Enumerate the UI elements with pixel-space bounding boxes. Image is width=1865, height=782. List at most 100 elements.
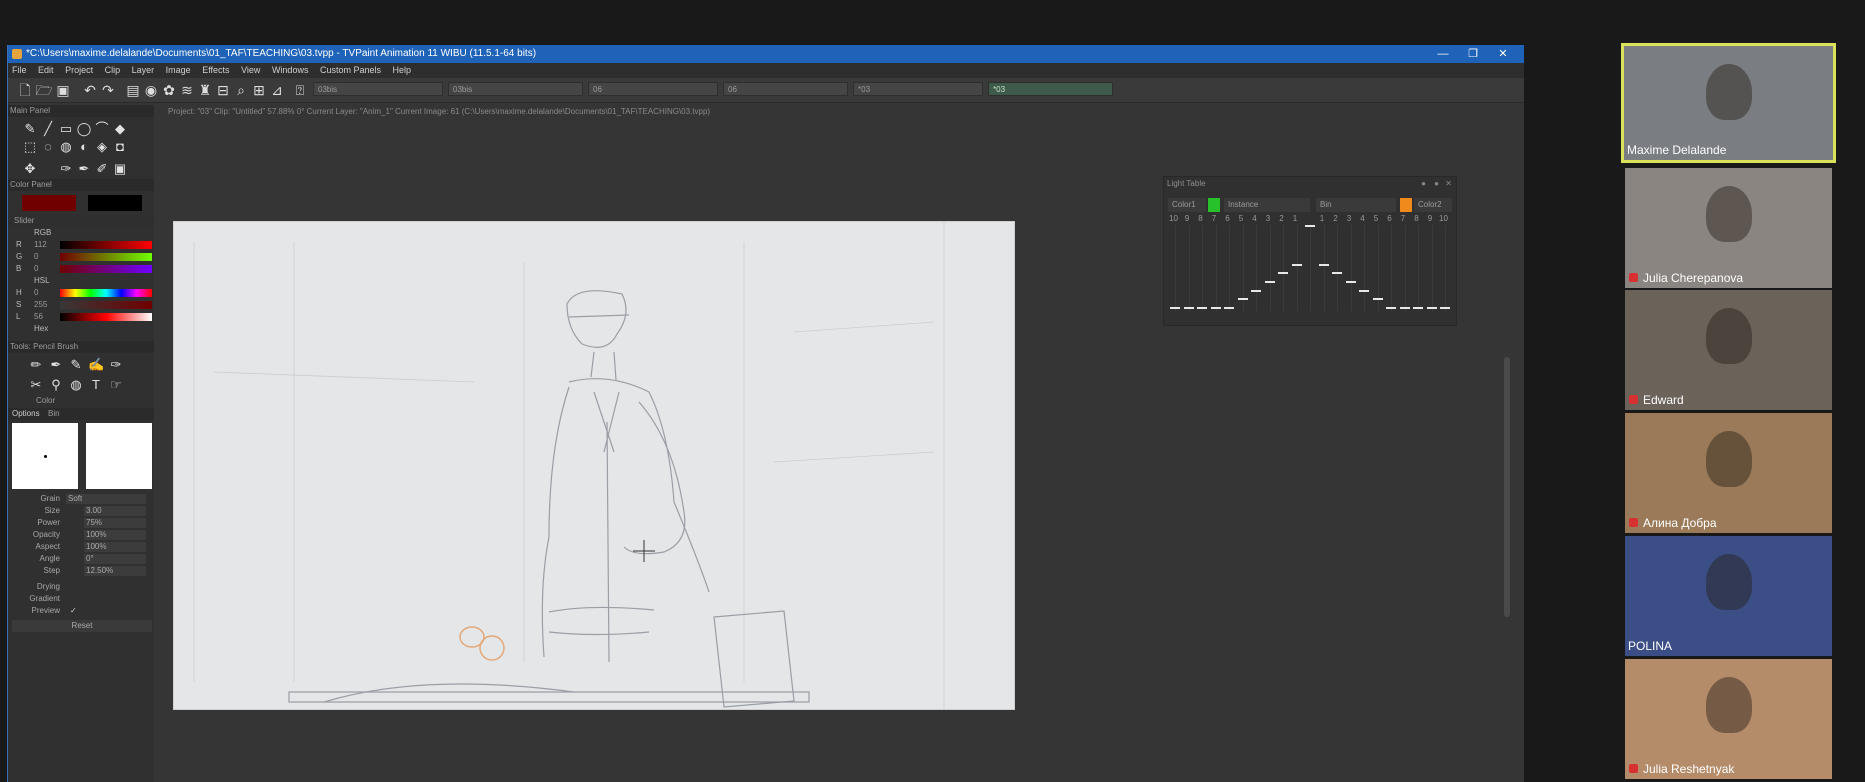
ellipse-tool-icon[interactable]: ◯ (76, 121, 92, 137)
participant-tile[interactable]: POLINA (1625, 536, 1832, 656)
panel-close-icon[interactable]: ✕ (1445, 179, 1452, 188)
opacity-fader[interactable] (1170, 306, 1180, 309)
brush-tool-icon[interactable]: ✑ (58, 161, 74, 177)
pencil-brush-icon[interactable]: ✏ (28, 357, 44, 373)
opacity-fader[interactable] (1399, 306, 1410, 309)
participant-tile[interactable]: Maxime Delalande (1621, 43, 1836, 163)
project-tab-6-active[interactable]: *03 (988, 82, 1113, 96)
project-tab-3[interactable]: 06 (588, 82, 718, 96)
warp-tool-icon[interactable]: ◈ (94, 139, 110, 155)
smudge-tool-icon[interactable]: ✐ (94, 161, 110, 177)
panel-tool-icon[interactable]: ▣ (112, 161, 128, 177)
opacity-fader[interactable] (1332, 272, 1342, 275)
water-icon[interactable]: ◍ (68, 377, 84, 393)
light-table-icon[interactable]: ♜ (196, 81, 214, 99)
color2-swatch[interactable] (1400, 198, 1412, 212)
menu-project[interactable]: Project (65, 65, 93, 75)
line-tool-icon[interactable]: ╱ (40, 121, 56, 137)
move-tool-icon[interactable]: ✥ (22, 161, 38, 177)
power-row[interactable]: Power 75% (12, 517, 152, 529)
step-row[interactable]: Step 12.50% (12, 565, 152, 577)
stamp-tool-icon[interactable]: ◘ (112, 139, 128, 155)
opacity-fader[interactable] (1359, 289, 1369, 292)
opacity-fader[interactable] (1224, 306, 1234, 309)
grid-icon[interactable]: ⊞ (250, 81, 268, 99)
opacity-fader[interactable] (1318, 263, 1329, 266)
grain-row[interactable]: Grain Soft (12, 493, 152, 505)
instance-dropdown[interactable]: Instance (1224, 198, 1310, 212)
color1-button[interactable]: Color1 (1168, 198, 1206, 212)
slider-row-r[interactable]: R 112 (12, 239, 152, 251)
menu-effects[interactable]: Effects (202, 65, 229, 75)
participant-tile[interactable]: Julia Cherepanova (1625, 168, 1832, 288)
lasso-tool-icon[interactable]: ◌ (40, 139, 56, 155)
help-icon[interactable]: ⍰ (291, 81, 309, 99)
airbrush-tool-icon[interactable]: ✒ (76, 161, 92, 177)
angle-row[interactable]: Angle 0° (12, 553, 152, 565)
slider-row-l[interactable]: L 56 (12, 311, 152, 323)
options-tab[interactable]: Options (12, 408, 40, 419)
opacity-fader[interactable] (1413, 306, 1423, 309)
opacity-fader[interactable] (1197, 306, 1207, 309)
size-row[interactable]: Size 3.00 (12, 505, 152, 517)
opacity-fader[interactable] (1210, 306, 1221, 309)
menu-clip[interactable]: Clip (105, 65, 121, 75)
participant-tile[interactable]: Julia Reshetnyak (1625, 659, 1832, 779)
new-file-icon[interactable]: 🗋 (16, 81, 34, 99)
redo-icon[interactable]: ↷ (99, 81, 117, 99)
undo-icon[interactable]: ↶ (81, 81, 99, 99)
curve-tool-icon[interactable]: ⌒ (94, 121, 110, 137)
menu-layer[interactable]: Layer (132, 65, 155, 75)
preview-row[interactable]: Preview ✓ (12, 605, 152, 617)
menu-image[interactable]: Image (166, 65, 191, 75)
opacity-fader[interactable] (1426, 306, 1437, 309)
zoom-icon[interactable]: ⌕ (232, 81, 250, 99)
slider-row-h[interactable]: H0 (12, 287, 152, 299)
marker-brush-icon[interactable]: ✎ (68, 357, 84, 373)
secondary-color-swatch[interactable] (88, 195, 142, 211)
select-tool-icon[interactable]: ⬚ (22, 139, 38, 155)
maximize-button[interactable]: ❐ (1459, 45, 1487, 63)
gradient-row[interactable]: Gradient (12, 593, 152, 605)
ruler-icon[interactable]: ⊟ (214, 81, 232, 99)
project-tab-4[interactable]: 06 (723, 82, 848, 96)
opacity-fader[interactable] (1372, 298, 1383, 301)
minimize-button[interactable]: — (1429, 45, 1457, 63)
aspect-row[interactable]: Aspect 100% (12, 541, 152, 553)
text-tool-icon[interactable]: T (88, 377, 104, 393)
rectangle-tool-icon[interactable]: ▭ (58, 121, 74, 137)
dropper-icon[interactable]: ⚲ (48, 377, 64, 393)
smudge-brush-icon[interactable]: ☞ (108, 377, 124, 393)
transform-icon[interactable]: ⊿ (268, 81, 286, 99)
pencil-tool-icon[interactable]: ✎ (22, 121, 38, 137)
opacity-fader[interactable] (1345, 280, 1356, 283)
panel-minimize-icon[interactable]: ● (1434, 179, 1439, 188)
opacity-fader[interactable] (1278, 272, 1288, 275)
open-file-icon[interactable]: 🗁 (35, 81, 53, 99)
menu-edit[interactable]: Edit (38, 65, 54, 75)
film-icon[interactable]: ▤ (124, 81, 142, 99)
drying-row[interactable]: Drying (12, 581, 152, 593)
opacity-fader[interactable] (1251, 289, 1261, 292)
airbrush-brush-icon[interactable]: ✑ (108, 357, 124, 373)
slider-row-g[interactable]: G0 (12, 251, 152, 263)
menu-view[interactable]: View (241, 65, 260, 75)
color-wheel-icon[interactable]: ◉ (142, 81, 160, 99)
layers-icon[interactable]: ≋ (178, 81, 196, 99)
canvas-vertical-scrollbar[interactable] (1504, 357, 1510, 617)
paint-brush-icon[interactable]: ✍ (88, 357, 104, 373)
project-tab-2[interactable]: 03bis (448, 82, 583, 96)
ink-brush-icon[interactable]: ✒ (48, 357, 64, 373)
drawing-canvas[interactable] (173, 221, 1015, 710)
opacity-fader[interactable] (1183, 306, 1194, 309)
reset-button[interactable]: Reset (12, 620, 152, 632)
onion-skin-icon[interactable]: ✿ (160, 81, 178, 99)
opacity-fader[interactable] (1386, 306, 1396, 309)
scissors-icon[interactable]: ✂ (28, 377, 44, 393)
color2-button[interactable]: Color2 (1414, 198, 1452, 212)
opacity-fader[interactable] (1237, 298, 1248, 301)
project-tab-1[interactable]: 03bis (313, 82, 443, 96)
close-button[interactable]: ✕ (1489, 45, 1517, 63)
bin-dropdown[interactable]: Bin (1316, 198, 1396, 212)
gradient-tool-icon[interactable]: ◐ (76, 139, 92, 155)
